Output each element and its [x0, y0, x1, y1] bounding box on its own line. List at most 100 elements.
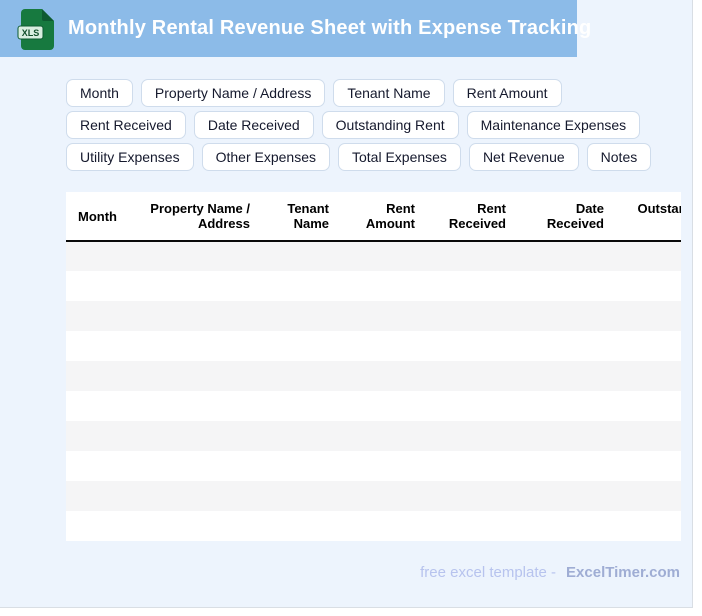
table-row — [66, 331, 681, 361]
empty-cell — [258, 331, 337, 361]
empty-cell — [514, 361, 612, 391]
empty-cell — [258, 511, 337, 541]
column-chip[interactable]: Notes — [586, 143, 652, 171]
empty-cell — [514, 391, 612, 421]
empty-cell — [423, 481, 514, 511]
empty-cell — [337, 391, 423, 421]
empty-cell — [514, 331, 612, 361]
empty-cell — [130, 391, 258, 421]
empty-cell — [66, 361, 130, 391]
column-chip[interactable]: Other Expenses — [201, 143, 330, 171]
empty-cell — [612, 301, 681, 331]
page-card: XLS Monthly Rental Revenue Sheet with Ex… — [0, 0, 693, 608]
empty-cell — [514, 241, 612, 271]
empty-cell — [423, 331, 514, 361]
empty-cell — [423, 361, 514, 391]
sheet-table-head: Month Property Name / Address Tenant Name R… — [66, 192, 681, 242]
sheet-table-body — [66, 241, 681, 541]
empty-cell — [423, 271, 514, 301]
table-header-cell: Tenant Name — [258, 192, 337, 242]
empty-cell — [258, 451, 337, 481]
table-row — [66, 271, 681, 301]
table-row — [66, 361, 681, 391]
empty-cell — [612, 241, 681, 271]
empty-cell — [130, 511, 258, 541]
empty-cell — [514, 511, 612, 541]
empty-cell — [337, 271, 423, 301]
column-chip[interactable]: Utility Expenses — [66, 143, 194, 171]
empty-cell — [514, 481, 612, 511]
table-row — [66, 301, 681, 331]
column-chip[interactable]: Date Received — [193, 111, 314, 139]
empty-cell — [258, 241, 337, 271]
header-row: Month Property Name / Address Tenant Name R… — [66, 192, 681, 242]
table-row — [66, 481, 681, 511]
empty-cell — [423, 451, 514, 481]
empty-cell — [66, 301, 130, 331]
column-chip[interactable]: Month — [66, 79, 133, 107]
empty-cell — [337, 451, 423, 481]
empty-cell — [258, 481, 337, 511]
column-chip[interactable]: Outstanding Rent — [321, 111, 459, 139]
column-chip[interactable]: Net Revenue — [468, 143, 579, 171]
column-chip[interactable]: Maintenance Expenses — [466, 111, 641, 139]
table-row — [66, 511, 681, 541]
empty-cell — [423, 391, 514, 421]
empty-cell — [66, 451, 130, 481]
footer-credit: free excel template - ExcelTimer.com — [420, 564, 680, 581]
column-chip[interactable]: Total Expenses — [337, 143, 461, 171]
empty-cell — [337, 481, 423, 511]
empty-cell — [514, 421, 612, 451]
empty-cell — [612, 451, 681, 481]
empty-cell — [130, 451, 258, 481]
empty-cell — [130, 421, 258, 451]
empty-cell — [514, 451, 612, 481]
sheet-table: Month Property Name / Address Tenant Name R… — [66, 192, 681, 541]
column-chip[interactable]: Tenant Name — [333, 79, 445, 107]
empty-cell — [423, 301, 514, 331]
empty-cell — [612, 271, 681, 301]
empty-cell — [612, 361, 681, 391]
empty-cell — [423, 421, 514, 451]
empty-cell — [66, 391, 130, 421]
empty-cell — [130, 361, 258, 391]
empty-cell — [130, 241, 258, 271]
empty-cell — [66, 271, 130, 301]
empty-cell — [258, 301, 337, 331]
empty-cell — [130, 271, 258, 301]
table-row — [66, 391, 681, 421]
empty-cell — [130, 331, 258, 361]
empty-cell — [66, 331, 130, 361]
empty-cell — [337, 331, 423, 361]
table-header-cell: Rent Amount — [337, 192, 423, 242]
column-chip-list: Month Property Name / Address Tenant Name R… — [66, 79, 688, 171]
empty-cell — [612, 421, 681, 451]
column-chip[interactable]: Rent Received — [66, 111, 186, 139]
table-header-cell: Property Name / Address — [130, 192, 258, 242]
empty-cell — [337, 241, 423, 271]
empty-cell — [514, 271, 612, 301]
footer-label: free excel template - — [420, 564, 557, 581]
empty-cell — [612, 481, 681, 511]
page-title: Monthly Rental Revenue Sheet with Expens… — [68, 17, 592, 39]
empty-cell — [130, 301, 258, 331]
table-header-cell: Outstanding Rent — [612, 192, 681, 242]
table-header-cell: Date Received — [514, 192, 612, 242]
empty-cell — [66, 511, 130, 541]
empty-cell — [258, 271, 337, 301]
column-chip[interactable]: Property Name / Address — [140, 79, 326, 107]
brand-link[interactable]: ExcelTimer.com — [566, 564, 680, 581]
empty-cell — [423, 241, 514, 271]
table-row — [66, 421, 681, 451]
empty-cell — [423, 511, 514, 541]
empty-cell — [66, 241, 130, 271]
column-chip[interactable]: Rent Amount — [452, 79, 562, 107]
xls-badge-text: XLS — [22, 28, 40, 38]
title-bar: XLS Monthly Rental Revenue Sheet with Ex… — [0, 0, 591, 57]
empty-cell — [337, 511, 423, 541]
empty-cell — [258, 361, 337, 391]
empty-cell — [258, 421, 337, 451]
empty-cell — [258, 391, 337, 421]
table-header-cell: Month — [66, 192, 130, 242]
empty-cell — [514, 301, 612, 331]
